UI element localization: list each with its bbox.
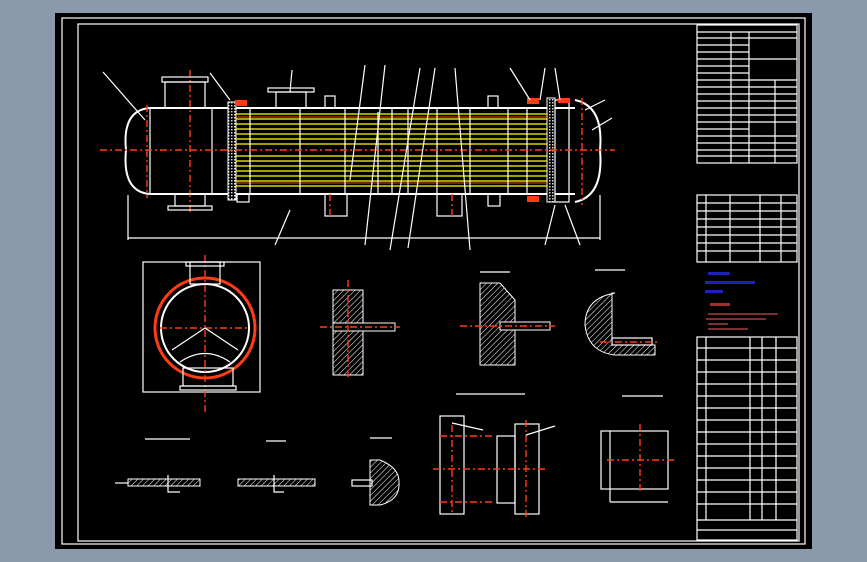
- cad-drawing-canvas[interactable]: [0, 0, 867, 562]
- fixed-tubesheet: [227, 101, 237, 201]
